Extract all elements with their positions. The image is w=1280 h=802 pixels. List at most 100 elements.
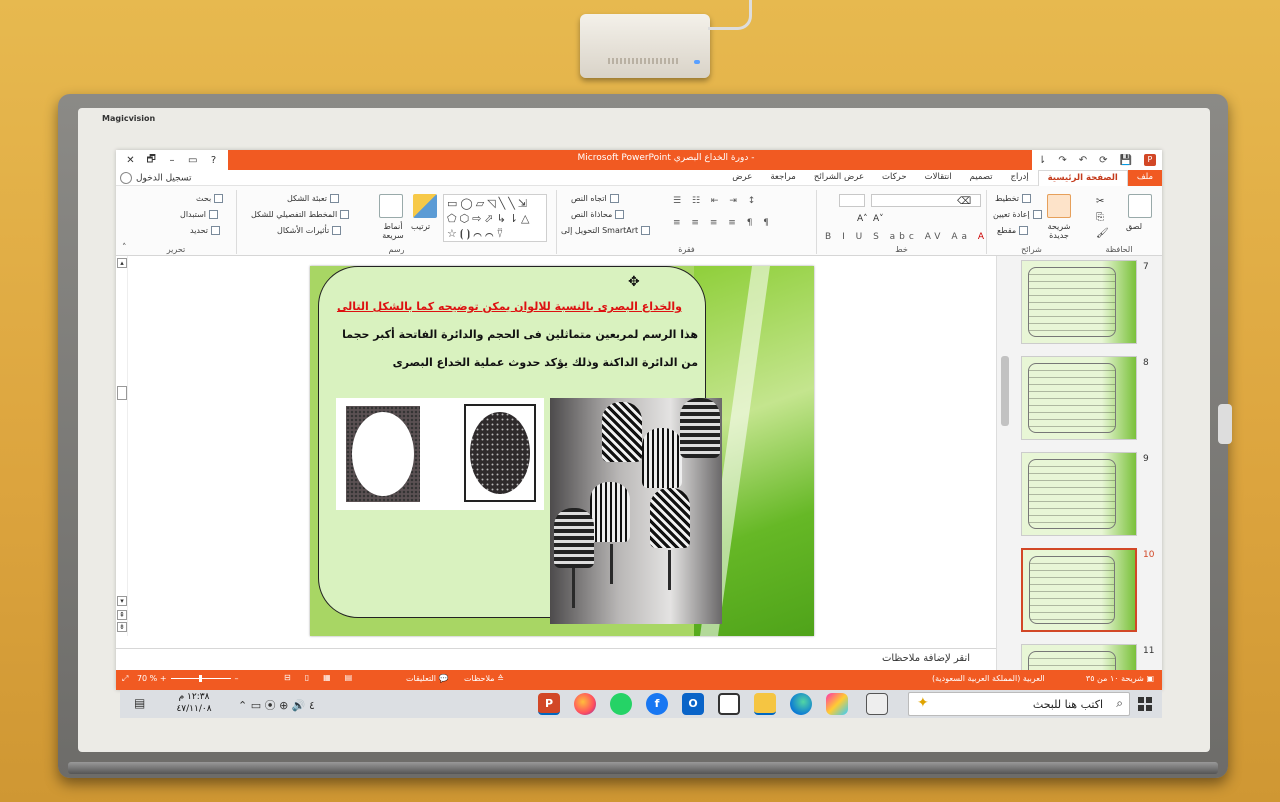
undo-icon[interactable]: ↶ [1079,155,1087,166]
search-box[interactable]: ✦ اكتب هنا للبحث ⌕ [908,692,1130,716]
illusion-image[interactable] [336,398,544,510]
powerpoint-icon[interactable]: P [538,693,560,715]
store-icon[interactable] [718,693,740,715]
shadow-icon[interactable]: S [873,232,883,242]
restore-icon[interactable]: 🗗 [143,152,159,169]
fit-to-window-icon[interactable]: ⤢ [122,674,128,683]
font-size-box[interactable] [839,194,865,207]
tab-4[interactable]: انتقالات [916,170,961,186]
notes-button[interactable]: ملاحظات ≙ [464,674,504,683]
save-icon[interactable]: 💾 [1119,155,1131,166]
slide-thumbnail[interactable] [1021,452,1137,536]
shape-fill-button[interactable]: تعبئة الشكل [287,194,340,203]
layout-button[interactable]: تخطيط [995,194,1031,203]
justify-icon[interactable]: ≡ [728,218,740,228]
align-right-icon[interactable]: ≡ [710,218,722,228]
strikethrough-icon[interactable]: abc [890,232,918,242]
tab-5[interactable]: حركات [873,170,916,186]
shrink-font-icon[interactable]: A˅ [873,214,884,224]
font-color-icon[interactable]: A [978,232,988,242]
shapes-gallery[interactable]: ▭◯▱◹╲╲⇲ ⬠⬡⇨⬀↳⇂△ ☆⦗⦘⌒⌒⍢ [443,194,547,242]
thumbnails-scroll-thumb[interactable] [1001,356,1009,426]
next-slide-icon[interactable]: ⇟ [117,622,127,632]
line-spacing-icon[interactable]: ↕ [748,196,760,206]
minimize-icon[interactable]: – [164,155,180,166]
ltr-icon[interactable]: ¶ [763,218,773,228]
new-slide-button[interactable]: شريحة جديدة [1039,222,1079,240]
scroll-thumb[interactable] [117,386,127,400]
whatsapp-icon[interactable] [610,693,632,715]
tab-3[interactable]: تصميم [961,170,1002,186]
arrange-button[interactable]: ترتيب [411,222,430,231]
section-button[interactable]: مقطع [997,226,1029,235]
change-case-icon[interactable]: Aa [951,232,971,242]
tab-0[interactable]: ملف [1127,170,1162,186]
prev-slide-icon[interactable]: ⇞ [117,610,127,620]
decrease-indent-icon[interactable]: ⇤ [711,196,723,206]
language-indicator[interactable]: العربية (المملكة العربية السعودية) [932,674,1045,683]
tab-6[interactable]: عرض الشرائح [805,170,873,186]
zoom-control[interactable]: ⤢ 70 % + – [122,674,239,684]
system-tray[interactable]: ⌃ ▭ ⦿ ⊕ 🔊 ٤ [238,697,315,713]
firefox-icon[interactable] [574,693,596,715]
facebook-icon[interactable]: f [646,693,668,715]
slide-text-line-1[interactable]: هذا الرسم لمربعين متماثلين فى الحجم والد… [326,328,698,341]
current-slide[interactable]: والخداع البصرى بالنسبة للالوان يمكن توضي… [310,266,814,636]
replace-button[interactable]: استبدال [180,210,218,219]
char-spacing-icon[interactable]: AV [925,232,945,242]
align-center-icon[interactable]: ≡ [691,218,703,228]
quick-styles-button[interactable]: أنماط سريعة [375,222,411,240]
notifications-icon[interactable]: ▤ [134,696,145,710]
outlook-icon[interactable]: O [682,693,704,715]
repeat-icon[interactable]: ⟳ [1099,155,1107,166]
slide-title[interactable]: والخداع البصرى بالنسبة للالوان يمكن توضي… [334,300,682,313]
copy-icon[interactable]: ⎘ [1096,212,1104,223]
find-button[interactable]: بحث [196,194,224,203]
shape-outline-button[interactable]: المخطط التفصيلي للشكل [251,210,350,219]
shape-effects-button[interactable]: تأثيرات الأشكال [277,226,342,235]
reset-button[interactable]: إعادة تعيين [993,210,1042,219]
grow-font-icon[interactable]: A˄ [857,214,868,224]
format-painter-icon[interactable]: 🖌 [1096,228,1109,239]
select-button[interactable]: تحديد [190,226,221,235]
bullets-icon[interactable]: ☰ [673,196,685,206]
sign-in-link[interactable]: تسجيل الدخول [120,172,191,184]
file-explorer-icon[interactable] [754,693,776,715]
cut-icon[interactable]: ✂ [1096,196,1104,207]
paste-button[interactable]: لصق [1126,222,1142,231]
normal-view-icon[interactable]: ▤ [345,673,367,682]
copilot-icon[interactable] [826,693,848,715]
mannequins-photo[interactable] [550,398,722,624]
slide-thumbnail[interactable] [1021,260,1137,344]
paste-icon[interactable] [1128,194,1152,218]
new-slide-icon[interactable] [1047,194,1071,218]
zoom-in-icon[interactable]: + [160,674,167,683]
zoom-slider-knob[interactable] [199,675,203,682]
thumbnails-scrollbar[interactable] [999,256,1011,670]
clock[interactable]: ١٢:٣٨ م ٤٧/١١/٠٨ [164,691,224,715]
numbering-icon[interactable]: ☷ [692,196,704,206]
notes-pane[interactable]: انقر لإضافة ملاحظات [116,648,996,670]
slide-text-line-2[interactable]: من الدائرة الداكنة وذلك يؤكد حدوث عملية … [326,356,698,369]
reading-view-icon[interactable]: ▯ [305,673,323,682]
zoom-slider[interactable] [170,675,231,682]
clear-format-icon[interactable]: ⌫ [957,196,971,207]
convert-smartart-button[interactable]: التحويل إلى SmartArt [561,226,651,235]
underline-icon[interactable]: U [856,232,867,242]
customize-icon[interactable]: ⇂ [1038,155,1046,166]
zoom-out-icon[interactable]: – [235,674,239,683]
start-icon[interactable] [1138,697,1152,711]
ribbon-options-icon[interactable]: ▭ [185,155,201,166]
tab-8[interactable]: عرض [723,170,761,186]
rtl-icon[interactable]: ¶ [747,218,757,228]
edge-icon[interactable] [790,693,812,715]
help-icon[interactable]: ? [206,155,222,166]
italic-icon[interactable]: I [842,232,849,242]
notes-placeholder[interactable]: انقر لإضافة ملاحظات [882,653,970,664]
align-text-button[interactable]: محاذاة النص [571,210,625,219]
scroll-up-icon[interactable]: ▴ [117,258,127,268]
scroll-down-icon[interactable]: ▾ [117,596,127,606]
tab-7[interactable]: مراجعة [761,170,805,186]
text-direction-button[interactable]: اتجاه النص [571,194,619,203]
zoom-level[interactable]: 70 % [137,674,157,683]
